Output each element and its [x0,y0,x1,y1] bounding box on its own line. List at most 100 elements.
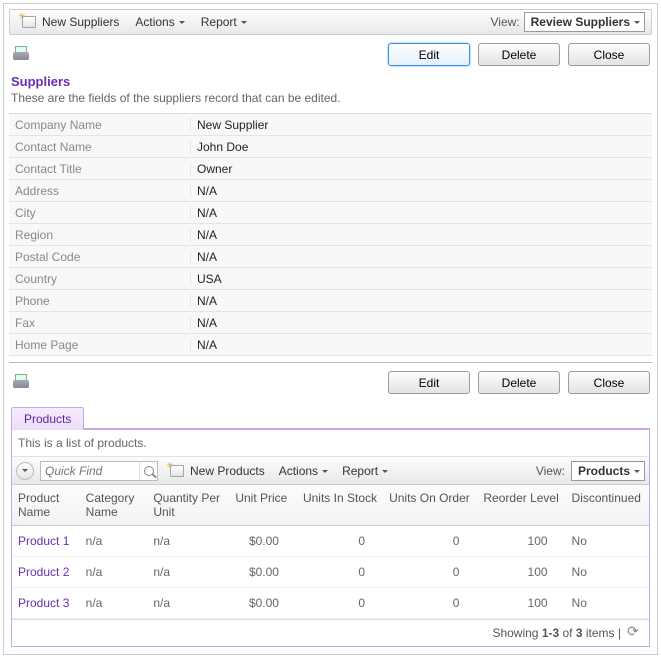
cell-price: $0.00 [229,526,297,557]
cell-category: n/a [80,526,148,557]
cell-price: $0.00 [229,557,297,588]
field-label: Company Name [9,118,191,132]
cell-reorder: 100 [477,588,565,619]
field-row: PhoneN/A [9,290,652,312]
supplier-action-row: Edit Delete Close [9,35,652,72]
col-units-on-order[interactable]: Units On Order [383,485,477,526]
suppliers-title: Suppliers [9,72,652,89]
products-view-label: View: [532,464,569,478]
field-row: Postal CodeN/A [9,246,652,268]
field-row: Contact NameJohn Doe [9,136,652,158]
chevron-down-icon [241,21,247,27]
field-row: Company NameNew Supplier [9,114,652,136]
edit-button[interactable]: Edit [388,371,470,394]
search-icon [144,466,154,476]
products-description: This is a list of products. [12,430,649,457]
new-icon [22,16,36,28]
field-label: Country [9,272,191,286]
col-unit-price[interactable]: Unit Price [229,485,297,526]
report-menu[interactable]: Report [193,11,255,33]
cell-qty: n/a [147,588,229,619]
field-label: City [9,206,191,220]
cell-stock: 0 [297,557,383,588]
view-select[interactable]: Review Suppliers [524,12,645,32]
field-label: Postal Code [9,250,191,264]
col-reorder-level[interactable]: Reorder Level [477,485,565,526]
field-label: Fax [9,316,191,330]
field-label: Contact Title [9,162,191,176]
field-value: N/A [191,206,652,220]
delete-button[interactable]: Delete [478,43,560,66]
printer-icon[interactable] [13,49,29,61]
close-button[interactable]: Close [568,43,650,66]
chevron-down-icon [382,470,388,476]
table-row[interactable]: Product 3n/an/a$0.0000100No [12,588,649,619]
product-name-link[interactable]: Product 2 [12,557,80,588]
products-actions-menu[interactable]: Actions [273,460,334,482]
quick-find [40,461,158,481]
field-label: Region [9,228,191,242]
col-discontinued[interactable]: Discontinued [566,485,649,526]
actions-label: Actions [279,464,318,478]
search-button[interactable] [139,462,157,480]
field-value: N/A [191,316,652,330]
cell-category: n/a [80,557,148,588]
field-row: CityN/A [9,202,652,224]
products-report-menu[interactable]: Report [336,460,394,482]
report-label: Report [342,464,378,478]
new-suppliers-label: New Suppliers [42,15,119,29]
field-row: Contact TitleOwner [9,158,652,180]
delete-button[interactable]: Delete [478,371,560,394]
products-toolbar: New Products Actions Report View: Produc… [12,457,649,485]
col-product-name[interactable]: Product Name [12,485,80,526]
product-name-link[interactable]: Product 1 [12,526,80,557]
expand-button[interactable] [16,462,34,480]
field-value: New Supplier [191,118,652,132]
field-value: USA [191,272,652,286]
quick-find-input[interactable] [41,464,139,478]
field-row: CountryUSA [9,268,652,290]
field-label: Address [9,184,191,198]
tab-products[interactable]: Products [11,407,84,430]
field-value: N/A [191,184,652,198]
product-action-row: Edit Delete Close [9,363,652,400]
new-products-button[interactable]: New Products [164,460,271,482]
products-table: Product Name Category Name Quantity Per … [12,485,649,619]
cell-discontinued: No [566,557,649,588]
view-label: View: [486,15,523,29]
products-panel: This is a list of products. New Products… [11,429,650,647]
cell-discontinued: No [566,588,649,619]
chevron-down-icon [179,21,185,27]
actions-menu[interactable]: Actions [127,11,192,33]
suppliers-description: These are the fields of the suppliers re… [9,89,652,113]
report-label: Report [201,15,237,29]
products-view-select[interactable]: Products [571,461,645,481]
actions-label: Actions [135,15,174,29]
field-value: N/A [191,228,652,242]
new-suppliers-button[interactable]: New Suppliers [14,11,127,33]
cell-reorder: 100 [477,526,565,557]
close-button[interactable]: Close [568,371,650,394]
suppliers-top-toolbar: New Suppliers Actions Report View: Revie… [9,9,652,35]
cell-order: 0 [383,526,477,557]
supplier-fields: Company NameNew SupplierContact NameJohn… [9,113,652,356]
product-name-link[interactable]: Product 3 [12,588,80,619]
cell-qty: n/a [147,557,229,588]
cell-discontinued: No [566,526,649,557]
table-row[interactable]: Product 2n/an/a$0.0000100No [12,557,649,588]
refresh-button[interactable] [627,626,641,640]
edit-button[interactable]: Edit [388,43,470,66]
field-label: Phone [9,294,191,308]
col-units-in-stock[interactable]: Units In Stock [297,485,383,526]
chevron-down-icon [22,469,28,475]
table-row[interactable]: Product 1n/an/a$0.0000100No [12,526,649,557]
col-qty-per-unit[interactable]: Quantity Per Unit [147,485,229,526]
footer-text: Showing 1-3 of 3 items | [492,626,621,640]
cell-qty: n/a [147,526,229,557]
printer-icon[interactable] [13,377,29,389]
col-category-name[interactable]: Category Name [80,485,148,526]
chevron-down-icon [322,470,328,476]
cell-category: n/a [80,588,148,619]
cell-order: 0 [383,557,477,588]
field-row: AddressN/A [9,180,652,202]
